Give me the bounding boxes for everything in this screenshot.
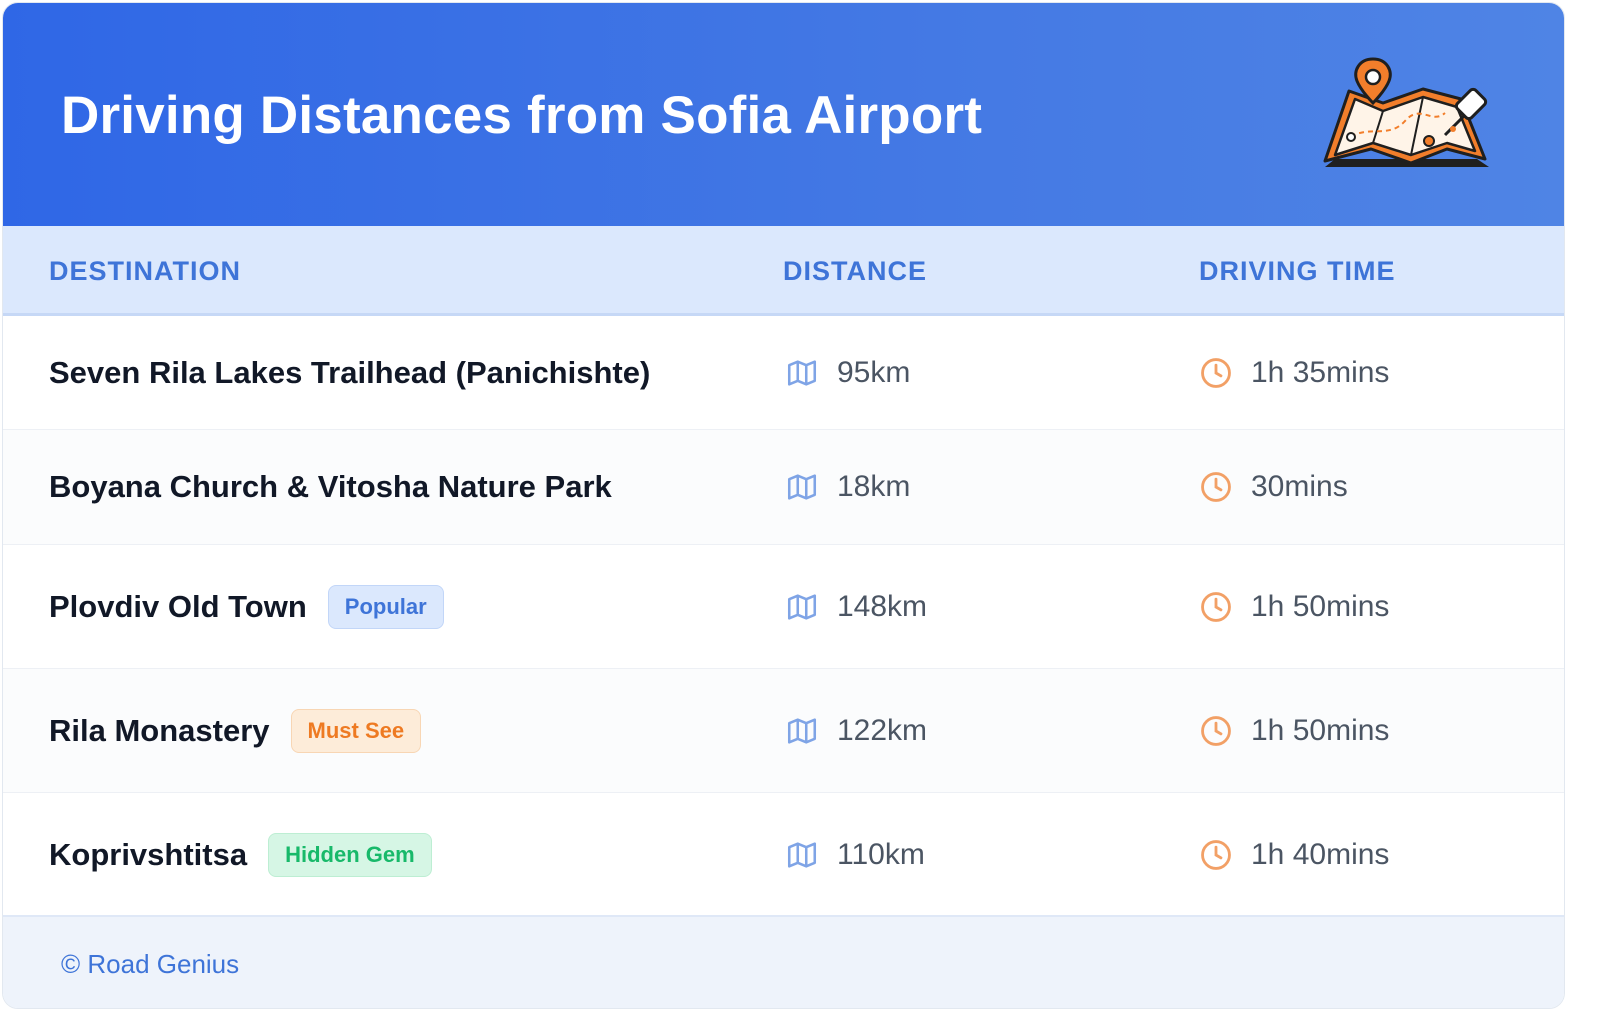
table-row: Boyana Church & Vitosha Nature Park 18km…: [3, 430, 1564, 545]
map-icon: [785, 590, 819, 624]
destination-name: Plovdiv Old Town: [49, 588, 307, 624]
driving-time-value: 1h 35mins: [1251, 355, 1390, 389]
folded-map-illustration-icon: [1323, 57, 1489, 167]
distance-value: 122km: [837, 713, 928, 747]
clock-icon: [1199, 590, 1233, 624]
table-row: Plovdiv Old Town Popular 148km 1h 50mins: [3, 545, 1564, 669]
column-header-distance: DISTANCE: [783, 256, 928, 286]
map-icon: [785, 838, 819, 872]
destination-name: Seven Rila Lakes Trailhead (Panichishte): [49, 354, 651, 390]
footer: © Road Genius: [3, 915, 1564, 1008]
must-see-badge: Must See: [290, 708, 422, 753]
map-icon: [785, 356, 819, 390]
map-icon: [785, 470, 819, 504]
clock-icon: [1199, 356, 1233, 390]
destination-name: Boyana Church & Vitosha Nature Park: [49, 469, 612, 504]
destination-name: Rila Monastery: [49, 712, 270, 748]
header-banner: Driving Distances from Sofia Airport: [3, 3, 1564, 226]
table-row: Koprivshtitsa Hidden Gem 110km 1h 40mins: [3, 793, 1564, 917]
column-header-driving-time: DRIVING TIME: [1199, 256, 1396, 286]
distance-card: Driving Distances from Sofia Airport DES…: [2, 2, 1565, 1009]
distance-value: 95km: [837, 355, 911, 389]
destination-name: Koprivshtitsa: [49, 837, 248, 872]
map-icon: [785, 714, 819, 748]
hidden-gem-badge: Hidden Gem: [268, 833, 432, 877]
table-body: Seven Rila Lakes Trailhead (Panichishte)…: [3, 316, 1564, 917]
driving-time-value: 30mins: [1251, 470, 1348, 503]
clock-icon: [1199, 838, 1233, 872]
distance-value: 110km: [837, 838, 925, 871]
distance-value: 148km: [837, 589, 928, 623]
clock-icon: [1199, 714, 1233, 748]
table-row: Seven Rila Lakes Trailhead (Panichishte)…: [3, 316, 1564, 430]
table-row: Rila Monastery Must See 122km 1h 50mins: [3, 669, 1564, 793]
column-header-destination: DESTINATION: [49, 256, 241, 286]
page-title: Driving Distances from Sofia Airport: [61, 86, 983, 145]
distance-value: 18km: [837, 470, 911, 503]
table-header: DESTINATION DISTANCE DRIVING TIME: [3, 226, 1564, 316]
driving-time-value: 1h 50mins: [1251, 713, 1390, 747]
popular-badge: Popular: [327, 584, 444, 629]
copyright-link[interactable]: © Road Genius: [61, 949, 239, 980]
driving-time-value: 1h 50mins: [1251, 589, 1390, 623]
driving-time-value: 1h 40mins: [1251, 838, 1390, 871]
clock-icon: [1199, 470, 1233, 504]
